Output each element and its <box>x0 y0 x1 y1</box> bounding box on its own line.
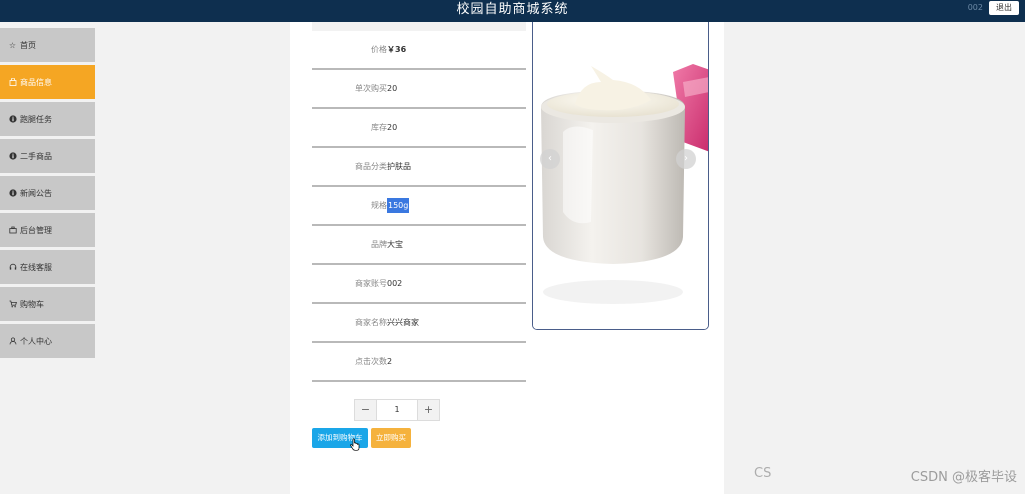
sidebar-item-products[interactable]: 商品信息 <box>0 65 95 99</box>
increase-quantity-button[interactable]: + <box>417 400 439 420</box>
sidebar-item-label: 购物车 <box>20 299 44 309</box>
field-value: 护肤品 <box>387 162 411 171</box>
detail-row-price: 价格 ￥36 <box>312 31 526 70</box>
briefcase-icon <box>8 226 17 235</box>
sidebar-item-profile[interactable]: 个人中心 <box>0 324 95 358</box>
watermark: CSDN @极客毕设 <box>910 470 1017 485</box>
sidebar-item-support[interactable]: 在线客服 <box>0 250 95 284</box>
sidebar-item-home[interactable]: ☆ 首页 <box>0 28 95 62</box>
detail-row-per-purchase: 单次购买 20 <box>312 70 526 109</box>
sidebar-item-news[interactable]: 新闻公告 <box>0 176 95 210</box>
field-value: 兴兴商家 <box>387 318 419 327</box>
bag-icon <box>8 77 17 87</box>
username-label: 002 <box>967 3 983 12</box>
sidebar-item-label: 二手商品 <box>20 151 52 161</box>
field-value: 20 <box>387 123 398 132</box>
sidebar-item-label: 新闻公告 <box>20 188 52 198</box>
sidebar-item-label: 商品信息 <box>20 77 52 87</box>
carousel-prev-button[interactable]: ‹ <box>540 149 560 169</box>
carousel-indicators <box>533 304 708 323</box>
top-bar: 校园自助商城系统 002 退出 <box>0 0 1025 22</box>
detail-row-category: 商品分类 护肤品 <box>312 148 526 187</box>
sidebar-item-label: 在线客服 <box>20 262 52 272</box>
field-label: 商家名称 <box>355 318 387 327</box>
field-value: 002 <box>387 279 403 288</box>
quantity-input[interactable]: 1 <box>377 400 417 420</box>
hand-cursor-icon <box>350 438 360 451</box>
user-icon <box>8 336 17 346</box>
watermark-fragment: CS <box>754 466 772 481</box>
detail-row-brand: 品牌 大宝 <box>312 226 526 265</box>
info-icon <box>8 151 17 161</box>
app-title: 校园自助商城系统 <box>456 2 569 17</box>
sidebar-item-cart[interactable]: 购物车 <box>0 287 95 321</box>
quantity-stepper: − 1 + <box>354 399 440 421</box>
product-image-carousel: ‹ › <box>532 22 709 330</box>
sidebar-item-label: 个人中心 <box>20 336 52 346</box>
sidebar-item-admin[interactable]: 后台管理 <box>0 213 95 247</box>
detail-row-merchant-account: 商家账号 002 <box>312 265 526 304</box>
selected-text: 150g <box>387 198 410 213</box>
logout-button[interactable]: 退出 <box>989 1 1019 15</box>
field-label: 品牌 <box>371 240 387 249</box>
detail-row-spec: 规格 150g <box>312 187 526 226</box>
headset-icon <box>8 263 17 272</box>
sidebar-item-label: 跑腿任务 <box>20 114 52 124</box>
sidebar-item-label: 后台管理 <box>20 225 52 235</box>
detail-row-merchant-name: 商家名称 兴兴商家 <box>312 304 526 343</box>
sidebar: ☆ 首页 商品信息 跑腿任务 二手商品 新闻公告 后台管理 在线客服 购物车 个… <box>0 22 96 494</box>
sidebar-item-secondhand[interactable]: 二手商品 <box>0 139 95 173</box>
info-icon <box>8 188 17 198</box>
field-label: 规格 <box>371 201 387 210</box>
sidebar-item-label: 首页 <box>20 40 36 50</box>
field-value: 2 <box>387 357 393 366</box>
cart-icon <box>8 300 17 309</box>
detail-row-stock: 库存 20 <box>312 109 526 148</box>
detail-row-clicks: 点击次数 2 <box>312 343 526 382</box>
field-label: 点击次数 <box>355 357 387 366</box>
field-label: 商品分类 <box>355 162 387 171</box>
carousel-dot[interactable] <box>614 316 627 319</box>
field-value: ￥36 <box>387 45 407 54</box>
buy-now-button[interactable]: 立即购买 <box>371 428 411 448</box>
sidebar-item-errands[interactable]: 跑腿任务 <box>0 102 95 136</box>
field-label: 单次购买 <box>355 84 387 93</box>
carousel-next-button[interactable]: › <box>676 149 696 169</box>
field-value: 150g <box>387 187 410 224</box>
face-cream-jar-image <box>533 22 708 329</box>
field-value: 20 <box>387 84 398 93</box>
decrease-quantity-button[interactable]: − <box>355 400 377 420</box>
info-icon <box>8 114 17 124</box>
table-top-strip <box>312 22 526 31</box>
field-value: 大宝 <box>387 240 403 249</box>
field-label: 商家账号 <box>355 279 387 288</box>
field-label: 价格 <box>371 45 387 54</box>
star-icon: ☆ <box>8 40 17 50</box>
field-label: 库存 <box>371 123 387 132</box>
